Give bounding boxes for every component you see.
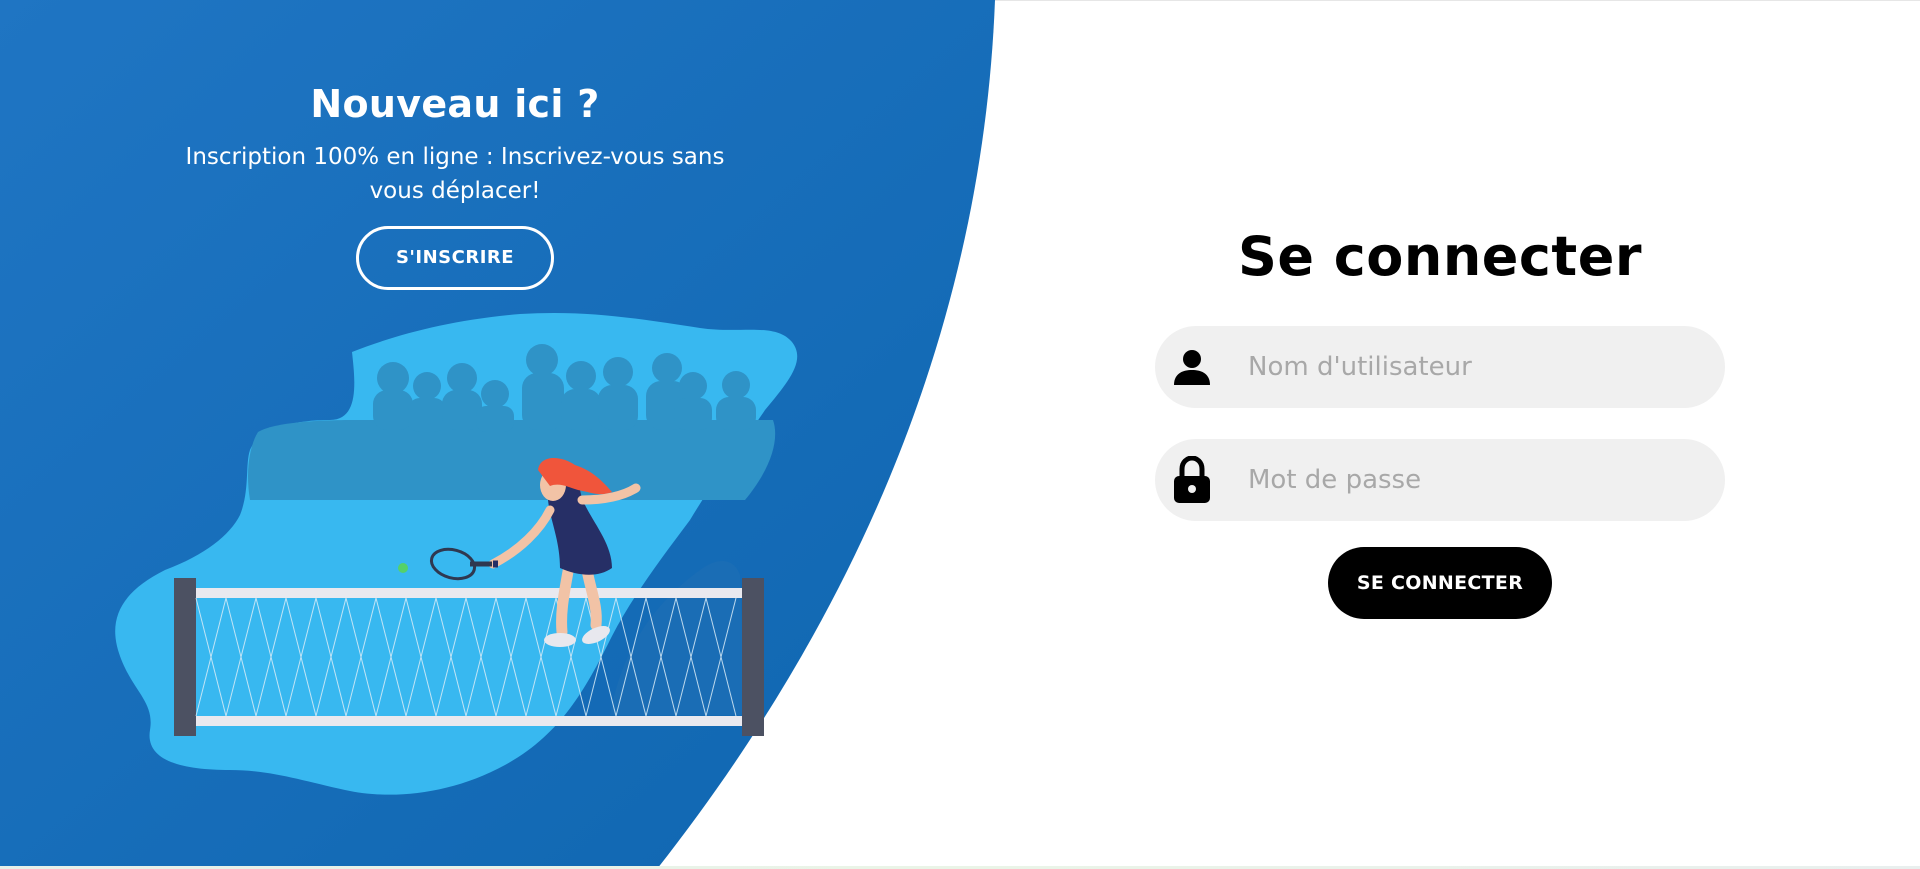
net-post-right (742, 578, 764, 736)
lock-icon (1170, 456, 1214, 503)
password-input[interactable] (1248, 465, 1725, 495)
signup-title: Nouveau ici ? (310, 82, 600, 126)
signup-panel: Nouveau ici ? Inscription 100% en ligne … (155, 70, 755, 290)
username-field (1155, 326, 1725, 408)
page-root: Nouveau ici ? Inscription 100% en ligne … (0, 0, 1920, 869)
signup-description: Inscription 100% en ligne : Inscrivez-vo… (185, 144, 725, 204)
username-input[interactable] (1248, 352, 1725, 382)
user-icon (1170, 345, 1214, 389)
net-post-left (174, 578, 196, 736)
login-form: Se connecter SE CONNECTER (1155, 225, 1725, 619)
login-title: Se connecter (1237, 225, 1642, 288)
password-field (1155, 439, 1725, 521)
signup-button[interactable]: S'INSCRIRE (356, 226, 554, 290)
login-button[interactable]: SE CONNECTER (1328, 547, 1552, 619)
